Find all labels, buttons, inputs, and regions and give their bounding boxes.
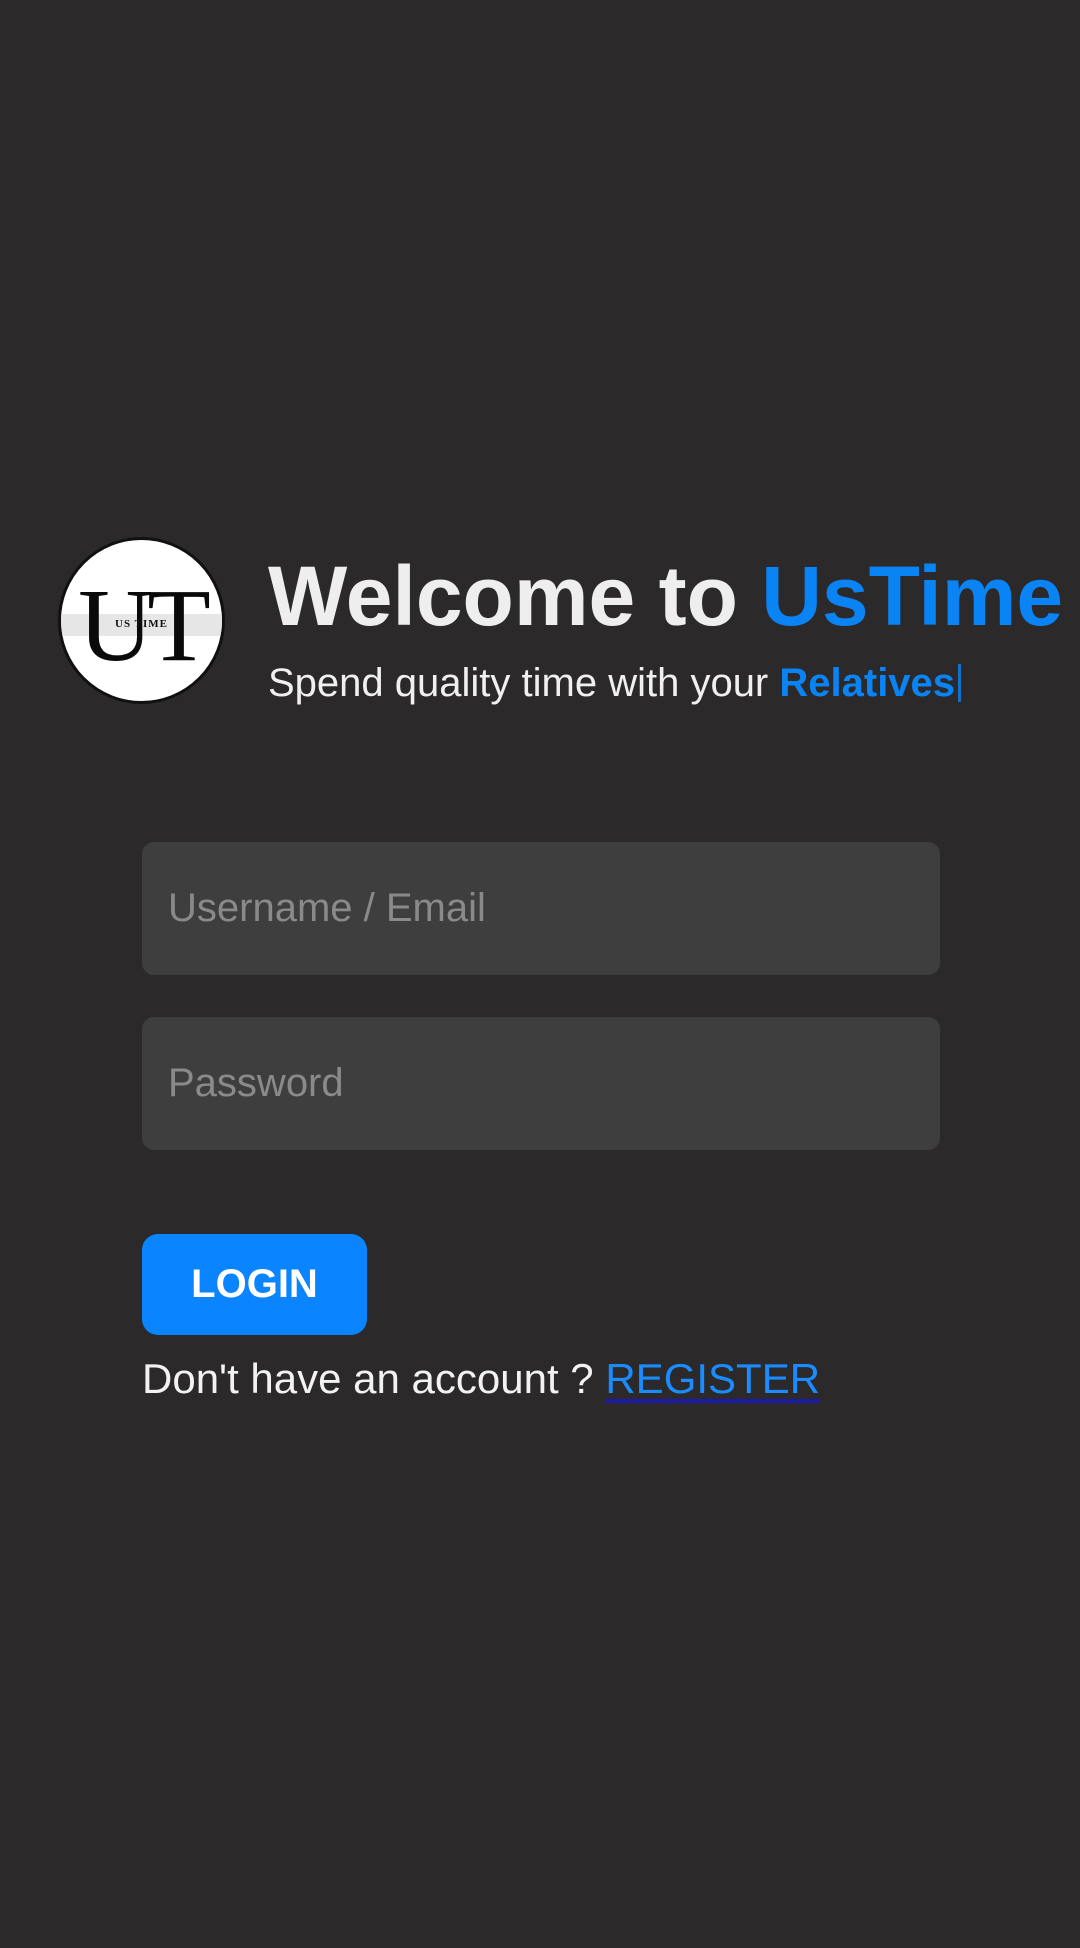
register-prompt-row: Don't have an account ? REGISTER xyxy=(142,1352,820,1406)
title-prefix: Welcome to xyxy=(268,549,762,643)
register-link[interactable]: REGISTER xyxy=(605,1355,820,1402)
password-input[interactable] xyxy=(142,1017,940,1150)
page-subtitle: Spend quality time with your Relatives xyxy=(268,659,962,707)
register-prompt-text: Don't have an account ? xyxy=(142,1355,606,1402)
subtitle-prefix: Spend quality time with your xyxy=(268,661,780,705)
login-button[interactable]: LOGIN xyxy=(142,1234,367,1335)
subtitle-typed-word: Relatives xyxy=(779,661,956,705)
app-logo: UT US TIME xyxy=(58,537,225,704)
page-title: Welcome to UsTime xyxy=(268,548,1063,644)
username-email-input[interactable] xyxy=(142,842,940,975)
logo-small-text: US TIME xyxy=(115,618,168,630)
title-brand: UsTime xyxy=(761,549,1064,643)
typing-cursor xyxy=(958,664,962,702)
